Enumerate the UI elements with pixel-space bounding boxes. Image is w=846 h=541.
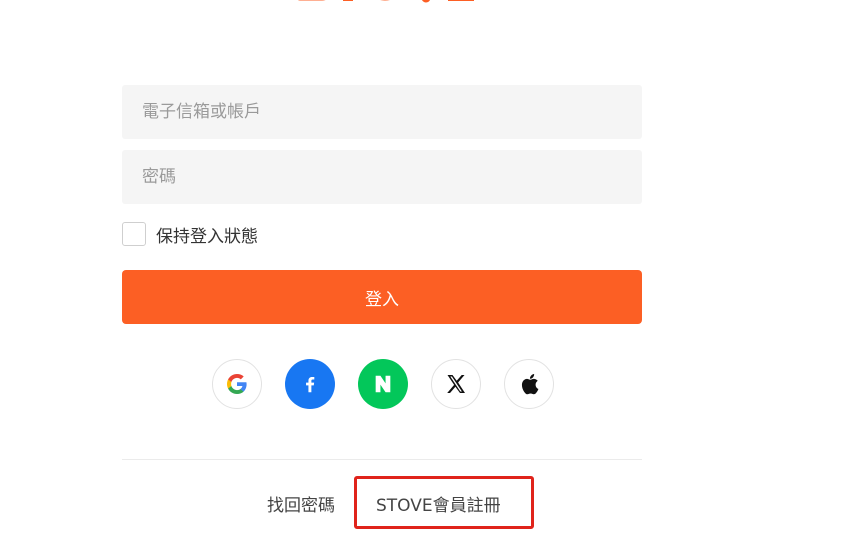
find-password-link[interactable]: 找回密碼	[267, 491, 335, 516]
facebook-login-button[interactable]	[285, 359, 335, 409]
password-field[interactable]	[122, 150, 642, 204]
remember-checkbox[interactable]	[122, 222, 146, 246]
stove-logo	[290, 0, 480, 8]
google-icon	[227, 374, 247, 394]
divider	[122, 459, 642, 460]
apple-login-button[interactable]	[504, 359, 554, 409]
google-login-button[interactable]	[212, 359, 262, 409]
login-page: 保持登入狀態 登入	[0, 0, 846, 541]
x-login-button[interactable]	[431, 359, 481, 409]
password-input[interactable]	[122, 150, 642, 204]
remember-me[interactable]: 保持登入狀態	[122, 221, 258, 247]
naver-login-button[interactable]	[358, 359, 408, 409]
x-icon	[447, 375, 465, 393]
email-field[interactable]	[122, 85, 642, 139]
remember-label: 保持登入狀態	[156, 226, 258, 247]
login-button-label: 登入	[365, 289, 399, 310]
email-input[interactable]	[122, 85, 642, 139]
social-login-row	[212, 359, 554, 409]
apple-icon	[521, 374, 539, 395]
login-button[interactable]: 登入	[122, 270, 642, 324]
facebook-icon	[306, 376, 315, 393]
stove-logo-graphic	[297, 0, 474, 3]
register-link[interactable]: STOVE會員註冊	[376, 491, 501, 516]
naver-icon	[375, 375, 391, 393]
